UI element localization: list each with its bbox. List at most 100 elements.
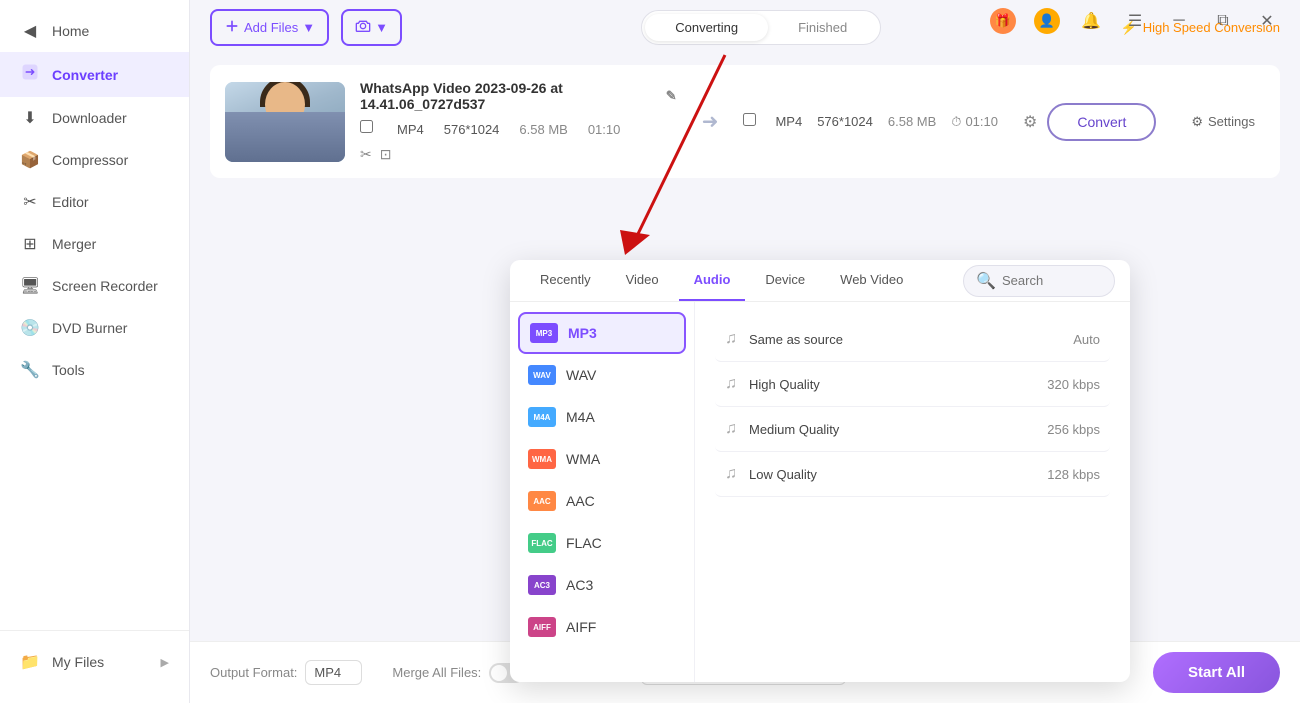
m4a-icon: M4A <box>528 407 556 427</box>
file-thumbnail <box>225 82 345 162</box>
sidebar-item-tools[interactable]: 🔧 Tools <box>0 349 189 391</box>
settings-icon-btn[interactable]: ⚙ <box>1023 112 1037 132</box>
minimize-icon[interactable]: ─ <box>1166 8 1192 34</box>
main-content: 🎁 👤 🔔 ☰ ─ ⧉ ✕ Add Files ▼ <box>190 0 1300 703</box>
menu-icon[interactable]: ☰ <box>1122 8 1148 34</box>
format-item-ac3[interactable]: AC3 AC3 <box>510 564 694 606</box>
sidebar-item-compressor[interactable]: 📦 Compressor <box>0 139 189 181</box>
tab-audio[interactable]: Audio <box>679 260 746 301</box>
settings-button[interactable]: ⚙ Settings <box>1181 109 1265 135</box>
file-row: WhatsApp Video 2023-09-26 at 14.41.06_07… <box>210 65 1280 178</box>
search-icon: 🔍 <box>976 271 996 291</box>
compressor-icon: 📦 <box>20 150 40 170</box>
wav-label: WAV <box>566 367 596 383</box>
action-buttons: ⚙ Convert <box>1023 103 1156 141</box>
format-item-wma[interactable]: WMA WMA <box>510 438 694 480</box>
file-format-checkbox[interactable] <box>360 120 377 138</box>
file-size: 6.58 MB <box>519 122 567 137</box>
format-item-mp3[interactable]: MP3 MP3 <box>518 312 686 354</box>
sidebar-item-merger[interactable]: ⊞ Merger <box>0 223 189 265</box>
music-icon-3: ♫ <box>725 420 737 438</box>
output-checkbox[interactable] <box>743 113 756 126</box>
tab-web-video[interactable]: Web Video <box>825 260 918 301</box>
tab-recently[interactable]: Recently <box>525 260 606 301</box>
quality-label-2: High Quality <box>749 377 1035 392</box>
camera-icon <box>355 18 371 37</box>
start-all-button[interactable]: Start All <box>1153 652 1280 693</box>
quality-low[interactable]: ♫ Low Quality 128 kbps <box>715 452 1110 497</box>
add-from-camera-button[interactable]: ▼ <box>341 9 402 46</box>
user-icon[interactable]: 👤 <box>1034 8 1060 34</box>
my-files-label: My Files <box>52 654 104 670</box>
music-icon-4: ♫ <box>725 465 737 483</box>
tab-converting[interactable]: Converting <box>645 14 768 41</box>
m4a-label: M4A <box>566 409 595 425</box>
ac3-label: AC3 <box>566 577 593 593</box>
tab-device[interactable]: Device <box>750 260 820 301</box>
quality-panel: ♫ Same as source Auto ♫ High Quality 320… <box>695 302 1130 682</box>
aiff-label: AIFF <box>566 619 596 635</box>
file-checkbox[interactable] <box>360 120 373 133</box>
editor-icon: ✂ <box>20 192 40 212</box>
file-name-text: WhatsApp Video 2023-09-26 at 14.41.06_07… <box>360 80 658 112</box>
bell-icon[interactable]: 🔔 <box>1078 8 1104 34</box>
output-duration: ⏱ 01:10 <box>951 114 998 130</box>
restore-icon[interactable]: ⧉ <box>1210 8 1236 34</box>
sidebar-item-converter[interactable]: Converter <box>0 52 189 97</box>
quality-value-3: 256 kbps <box>1047 422 1100 437</box>
my-files-arrow: ▶ <box>161 656 169 669</box>
format-dropdown: Recently Video Audio Device Web Video 🔍 … <box>510 260 1130 682</box>
scissors-icon[interactable]: ✂ <box>360 146 372 163</box>
tab-finished[interactable]: Finished <box>768 14 877 41</box>
format-search-input[interactable] <box>1002 273 1102 288</box>
sidebar: ◀ Home Converter ⬇ Downloader 📦 Compress… <box>0 0 190 703</box>
add-from-camera-dropdown-icon: ▼ <box>375 20 388 35</box>
dvd-burner-label: DVD Burner <box>52 320 127 336</box>
wav-icon: WAV <box>528 365 556 385</box>
sidebar-item-editor[interactable]: ✂ Editor <box>0 181 189 223</box>
add-files-button[interactable]: Add Files ▼ <box>210 9 329 46</box>
format-item-m4a[interactable]: M4A M4A <box>510 396 694 438</box>
format-list: MP3 MP3 WAV WAV M4A M4A <box>510 302 695 682</box>
settings-area: ⚙ Settings <box>1181 109 1265 135</box>
sidebar-item-my-files[interactable]: 📁 My Files ▶ <box>0 641 189 683</box>
toolbar-left: Add Files ▼ ▼ <box>210 9 402 46</box>
format-item-wav[interactable]: WAV WAV <box>510 354 694 396</box>
format-item-aiff[interactable]: AIFF AIFF <box>510 606 694 648</box>
convert-button[interactable]: Convert <box>1047 103 1156 141</box>
output-size: 6.58 MB <box>888 114 936 129</box>
quality-medium[interactable]: ♫ Medium Quality 256 kbps <box>715 407 1110 452</box>
format-tab-bar: Recently Video Audio Device Web Video 🔍 <box>510 260 1130 302</box>
quality-high[interactable]: ♫ High Quality 320 kbps <box>715 362 1110 407</box>
format-search-box: 🔍 <box>963 265 1115 297</box>
quality-same-as-source[interactable]: ♫ Same as source Auto <box>715 317 1110 362</box>
tab-switcher: Converting Finished <box>641 10 881 45</box>
editor-label: Editor <box>52 194 89 210</box>
wma-icon: WMA <box>528 449 556 469</box>
settings-label: Settings <box>1208 114 1255 129</box>
format-item-flac[interactable]: FLAC FLAC <box>510 522 694 564</box>
screen-recorder-icon: 🖥 <box>20 276 40 296</box>
quality-label-1: Same as source <box>749 332 1061 347</box>
tools-icon: 🔧 <box>20 360 40 380</box>
file-format: MP4 <box>397 122 424 137</box>
quality-label-3: Medium Quality <box>749 422 1035 437</box>
output-format-checkbox[interactable] <box>743 113 760 131</box>
sidebar-item-dvd-burner[interactable]: 💿 DVD Burner <box>0 307 189 349</box>
sidebar-item-home[interactable]: ◀ Home <box>0 10 189 52</box>
edit-name-icon[interactable]: ✎ <box>666 88 677 104</box>
sidebar-item-downloader[interactable]: ⬇ Downloader <box>0 97 189 139</box>
crop-icon[interactable]: ⊡ <box>380 146 392 163</box>
tools-label: Tools <box>52 362 85 378</box>
format-item-aac[interactable]: AAC AAC <box>510 480 694 522</box>
quality-value-4: 128 kbps <box>1047 467 1100 482</box>
tab-video[interactable]: Video <box>611 260 674 301</box>
gift-icon[interactable]: 🎁 <box>990 8 1016 34</box>
gear-icon: ⚙ <box>1191 114 1203 130</box>
sidebar-item-screen-recorder[interactable]: 🖥 Screen Recorder <box>0 265 189 307</box>
file-duration: 01:10 <box>588 122 621 137</box>
close-icon[interactable]: ✕ <box>1254 8 1280 34</box>
converter-icon <box>20 63 40 86</box>
flac-label: FLAC <box>566 535 602 551</box>
output-format-select[interactable]: MP4 <box>305 660 362 685</box>
